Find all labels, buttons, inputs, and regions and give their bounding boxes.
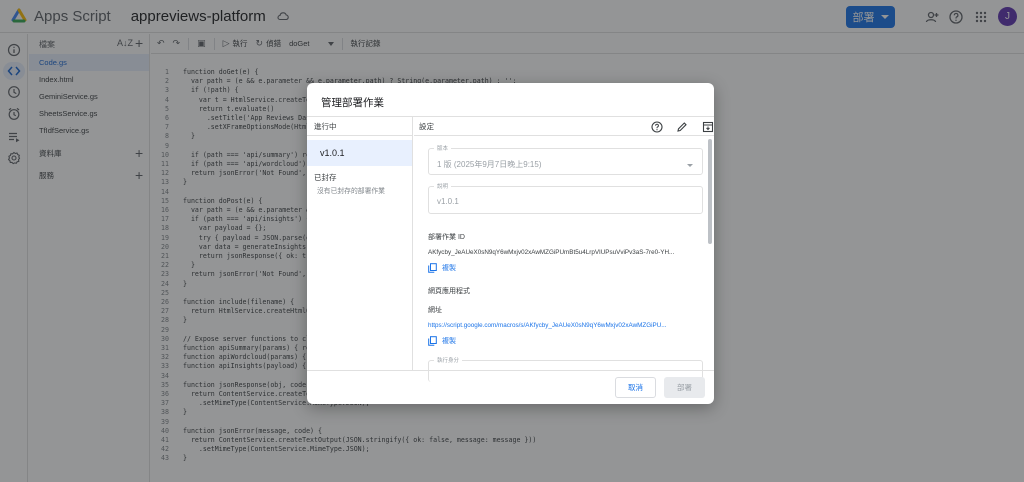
settings-header-label: 設定 (419, 121, 434, 131)
archived-empty-text: 沒有已封存的部署作業 (317, 188, 385, 195)
chevron-down-icon (687, 164, 693, 167)
dialog-footer: 取消 部署 (307, 372, 714, 404)
deployment-item-v1-0-1[interactable]: v1.0.1 (307, 140, 412, 166)
dialog-title: 管理部署作業 (321, 97, 384, 109)
copy-url-button[interactable]: 複製 (428, 336, 456, 346)
copy-icon (428, 336, 437, 346)
cancel-button[interactable]: 取消 (615, 377, 656, 398)
url-label: 網址 (428, 307, 442, 314)
settings-scrollbar[interactable] (708, 139, 712, 244)
description-field-value: v1.0.1 (437, 197, 459, 206)
version-select-value: 1 版 (2025年9月7日晚上9:15) (437, 160, 542, 169)
description-field-label: 說明 (434, 182, 452, 190)
settings-header: 設定 (414, 117, 714, 136)
copy-label: 複製 (442, 265, 456, 272)
copy-label-2: 複製 (442, 338, 456, 345)
edit-pencil-icon[interactable] (676, 121, 688, 133)
archive-icon[interactable] (702, 121, 714, 133)
execute-as-label: 執行身分 (434, 356, 463, 364)
dialog-body: 進行中 v1.0.1 已封存 沒有已封存的部署作業 設定 版本 1 版 (202… (307, 116, 714, 382)
description-field[interactable]: 說明 v1.0.1 (428, 182, 703, 214)
deploy-submit-button[interactable]: 部署 (664, 377, 705, 398)
deployment-settings: 設定 版本 1 版 (2025年9月7日晚上9:15) 說明 v1.0.1 部署… (414, 117, 714, 382)
manage-deployments-dialog: 管理部署作業 進行中 v1.0.1 已封存 沒有已封存的部署作業 設定 版本 1 (307, 83, 714, 404)
active-header: 進行中 (307, 117, 412, 136)
copy-icon (428, 263, 437, 273)
copy-deployment-id-button[interactable]: 複製 (428, 263, 456, 273)
deployment-id-label: 部署作業 ID (428, 234, 465, 241)
archived-header: 已封存 (314, 172, 337, 182)
deployments-list: 進行中 v1.0.1 已封存 沒有已封存的部署作業 (307, 117, 413, 371)
deployment-id-value: AKfycby_JeAUeX0sN9qY6wMxjv02xAwMZGiPUmBt… (428, 249, 675, 256)
webapp-url-link[interactable]: https://script.google.com/macros/s/AKfyc… (428, 322, 704, 329)
webapp-section-label: 網頁應用程式 (428, 288, 470, 295)
help-icon[interactable] (651, 121, 663, 133)
version-select[interactable]: 版本 1 版 (2025年9月7日晚上9:15) (428, 144, 703, 175)
version-select-label: 版本 (434, 144, 452, 152)
